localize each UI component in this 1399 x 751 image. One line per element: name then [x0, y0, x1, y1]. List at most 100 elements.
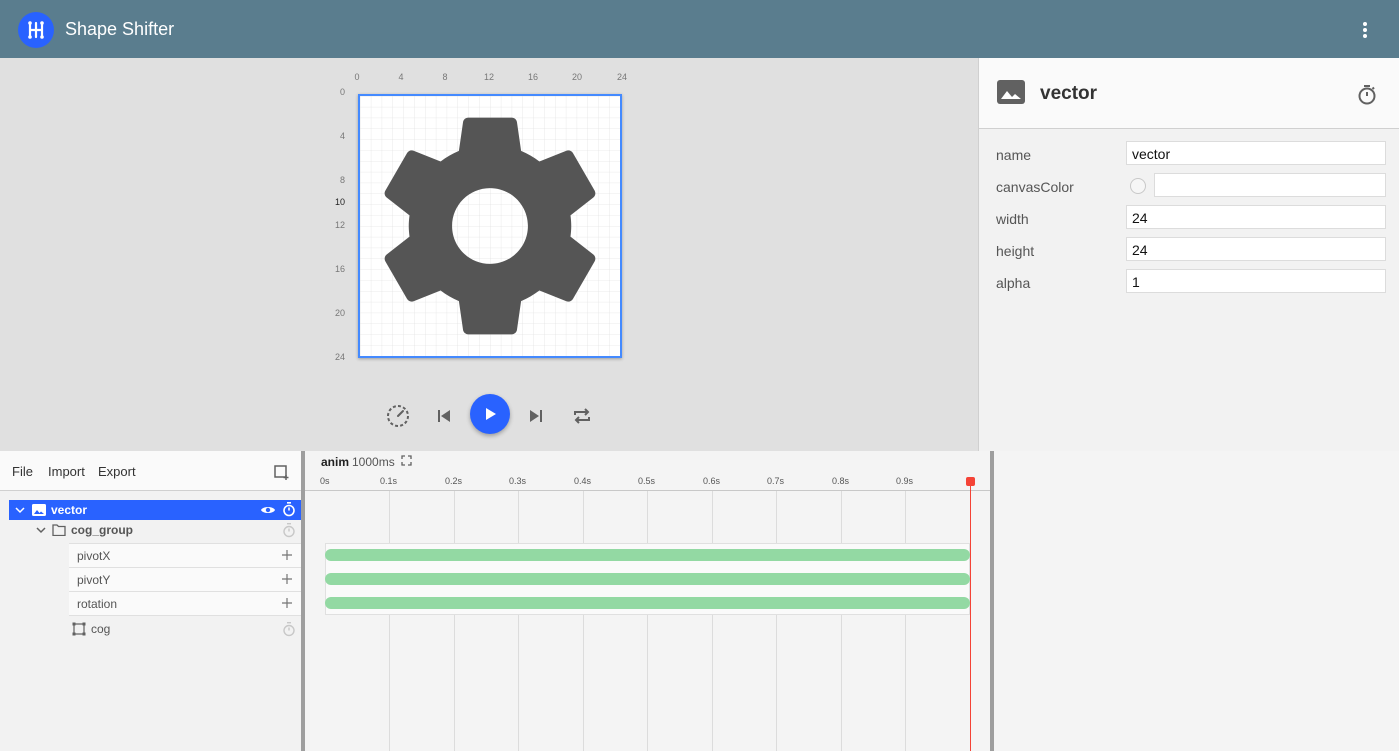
ruler-top-label: 0 [354, 72, 360, 82]
ruler-left-label: 10 [334, 197, 345, 207]
layer-row-vector[interactable]: vector [9, 500, 301, 520]
chevron-down-icon[interactable] [15, 505, 25, 515]
timeline-gridline [841, 491, 842, 751]
prop-label: width [996, 211, 1029, 227]
timeline-tick: 0.8s [832, 476, 850, 486]
add-layer-icon[interactable] [274, 465, 290, 486]
property-label: pivotX [77, 549, 111, 563]
prop-row-canvas-color: canvasColor [979, 173, 1399, 199]
timer-icon[interactable] [282, 622, 296, 637]
add-icon[interactable] [281, 549, 293, 561]
canvas-area: 0 4 8 12 16 20 24 0 4 8 10 12 16 20 24 [0, 58, 978, 451]
animatable-property-pivoty: pivotY [69, 567, 302, 591]
timeline-tick: 0.7s [767, 476, 785, 486]
app-toolbar: Shape Shifter [0, 0, 1399, 58]
layer-row-cog[interactable]: cog [0, 619, 302, 639]
ruler-left-label: 0 [339, 87, 345, 97]
speed-icon[interactable] [384, 402, 412, 430]
ruler-left-label: 4 [339, 131, 345, 141]
path-icon [72, 622, 86, 636]
animatable-property-rotation: rotation [69, 591, 302, 616]
prop-label: alpha [996, 275, 1031, 291]
timeline-tick: 0.6s [703, 476, 721, 486]
timer-icon[interactable] [282, 523, 296, 538]
height-field[interactable]: 24 [1126, 237, 1386, 261]
add-icon[interactable] [281, 597, 293, 609]
playhead-handle[interactable] [966, 477, 975, 486]
animation-name[interactable]: anim [321, 455, 349, 469]
property-label: pivotY [77, 573, 111, 587]
import-menu[interactable]: Import [48, 464, 85, 479]
timeline-gridline [776, 491, 777, 751]
export-menu[interactable]: Export [98, 464, 136, 479]
animation-duration[interactable]: 1000ms [352, 455, 395, 469]
timeline-panel: anim 1000ms 0s 0.1s 0.2s 0.3s 0.4s 0.5s … [305, 451, 990, 751]
width-field[interactable]: 24 [1126, 205, 1386, 229]
properties-header: vector [979, 58, 1399, 129]
color-swatch[interactable] [1130, 178, 1146, 194]
cog-graphic [360, 96, 620, 356]
ruler-left-label: 24 [334, 352, 345, 362]
animation-block-pivotx[interactable] [325, 549, 970, 561]
play-icon [486, 408, 496, 420]
prop-label: canvasColor [996, 179, 1074, 195]
timeline-tick: 0s [320, 476, 330, 486]
more-vert-icon[interactable] [1355, 18, 1375, 42]
layer-label: cog [91, 622, 111, 636]
chevron-down-icon[interactable] [36, 525, 46, 535]
repeat-icon[interactable] [568, 402, 596, 430]
app-title: Shape Shifter [65, 19, 175, 39]
ruler-left-label: 12 [334, 220, 345, 230]
timer-icon[interactable] [1356, 84, 1378, 111]
ruler-top-label: 8 [442, 72, 448, 82]
ruler-left-label: 16 [334, 264, 345, 274]
timeline-tick: 0.1s [380, 476, 398, 486]
folder-icon [52, 524, 66, 536]
animatable-property-pivotx: pivotX [69, 543, 302, 567]
properties-panel: vector name vector canvasColor width 24 … [978, 58, 1399, 451]
timeline-tick: 0.5s [638, 476, 656, 486]
timeline-gridline [518, 491, 519, 751]
prop-row-width: width 24 [979, 205, 1399, 231]
ruler-top-label: 16 [527, 72, 538, 82]
layer-menu-bar: File Import Export [0, 451, 302, 491]
timeline-gridline [389, 491, 390, 751]
skip-next-icon[interactable] [522, 402, 550, 430]
timeline-gridline [454, 491, 455, 751]
timeline-gridline [647, 491, 648, 751]
animation-block-pivoty[interactable] [325, 573, 970, 585]
alpha-field[interactable]: 1 [1126, 269, 1386, 293]
skip-previous-icon[interactable] [430, 402, 458, 430]
fullscreen-icon[interactable] [401, 455, 412, 466]
ruler-top-label: 12 [483, 72, 494, 82]
timeline-tick: 0.2s [445, 476, 463, 486]
ruler-top-label: 24 [616, 72, 627, 82]
timer-icon[interactable] [282, 502, 296, 517]
timeline-header: anim 1000ms 0s 0.1s 0.2s 0.3s 0.4s 0.5s … [305, 451, 990, 491]
timeline-gridline [583, 491, 584, 751]
name-field[interactable]: vector [1126, 141, 1386, 165]
empty-panel [994, 451, 1399, 751]
vector-canvas[interactable] [358, 94, 622, 358]
ruler-top-label: 4 [398, 72, 404, 82]
image-icon [32, 504, 46, 516]
file-menu[interactable]: File [12, 464, 33, 479]
layer-row-cog-group[interactable]: cog_group [0, 520, 302, 540]
timeline-tick: 0.4s [574, 476, 592, 486]
timeline-tick: 0.9s [896, 476, 914, 486]
layer-label: cog_group [71, 523, 133, 537]
prop-row-name: name vector [979, 141, 1399, 167]
ruler-top-label: 20 [571, 72, 582, 82]
visibility-icon[interactable] [260, 504, 276, 516]
add-icon[interactable] [281, 573, 293, 585]
prop-label: height [996, 243, 1035, 259]
ruler-left-label: 20 [334, 308, 345, 318]
property-label: rotation [77, 597, 118, 611]
ruler-left-label: 8 [339, 175, 345, 185]
play-button[interactable] [470, 394, 510, 434]
canvas-color-field[interactable] [1154, 173, 1386, 197]
animation-block-rotation[interactable] [325, 597, 970, 609]
layer-label: vector [51, 503, 88, 517]
prop-label: name [996, 147, 1032, 163]
image-icon [997, 80, 1025, 109]
